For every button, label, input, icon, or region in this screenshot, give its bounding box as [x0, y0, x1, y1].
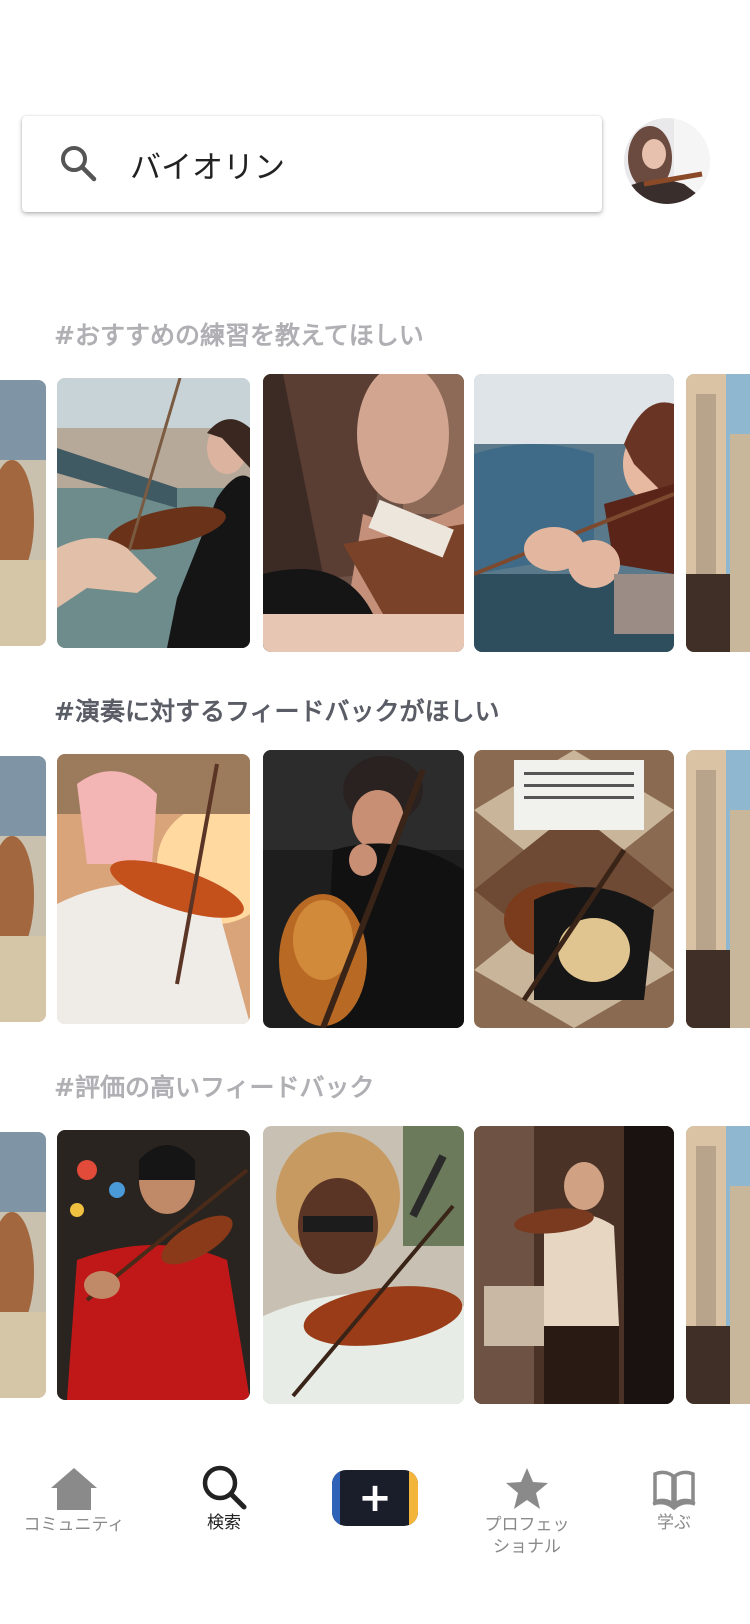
star-icon: [506, 1468, 548, 1509]
tab-search[interactable]: 検索: [184, 1464, 264, 1534]
video-thumbnail[interactable]: [57, 754, 250, 1024]
add-post-button[interactable]: +: [332, 1470, 418, 1526]
video-thumbnail[interactable]: [0, 1132, 46, 1398]
tab-learn[interactable]: 学ぶ: [634, 1468, 714, 1534]
video-thumbnail[interactable]: [686, 1126, 750, 1404]
video-thumbnail[interactable]: [474, 374, 674, 652]
tab-label: プロフェッ: [484, 1515, 570, 1535]
video-thumbnail[interactable]: [263, 374, 464, 652]
book-icon: [652, 1470, 696, 1510]
section-title-performance-feedback: #演奏に対するフィードバックがほしい: [54, 697, 500, 726]
video-row-recommended-practice[interactable]: [0, 374, 750, 654]
section-title-recommended-practice: #おすすめの練習を教えてほしい: [54, 321, 424, 350]
video-row-highly-rated-feedback[interactable]: [0, 1126, 750, 1406]
video-thumbnail[interactable]: [686, 750, 750, 1028]
video-thumbnail[interactable]: [0, 380, 46, 646]
section-title-highly-rated-feedback: #評価の高いフィードバック: [54, 1073, 375, 1102]
tab-label: 学ぶ: [657, 1513, 691, 1533]
home-icon: [51, 1468, 97, 1510]
video-thumbnail[interactable]: [263, 750, 464, 1028]
video-thumbnail[interactable]: [474, 1126, 674, 1404]
tab-label: 検索: [207, 1513, 241, 1533]
video-thumbnail[interactable]: [686, 374, 750, 652]
search-icon: [61, 146, 97, 182]
tab-label-line2: ショナル: [493, 1537, 561, 1557]
plus-icon: +: [358, 1475, 392, 1521]
video-thumbnail[interactable]: [263, 1126, 464, 1404]
video-thumbnail[interactable]: [57, 378, 250, 648]
search-input[interactable]: [130, 128, 550, 200]
avatar[interactable]: [624, 118, 710, 204]
tab-label: コミュニティ: [23, 1515, 125, 1535]
video-thumbnail[interactable]: [474, 750, 674, 1028]
tab-community[interactable]: コミュニティ: [14, 1466, 134, 1536]
video-thumbnail[interactable]: [57, 1130, 250, 1400]
video-row-performance-feedback[interactable]: [0, 750, 750, 1030]
search-icon: [202, 1465, 247, 1510]
tab-professional[interactable]: プロフェッ ショナル: [462, 1466, 592, 1558]
video-thumbnail[interactable]: [0, 756, 46, 1022]
